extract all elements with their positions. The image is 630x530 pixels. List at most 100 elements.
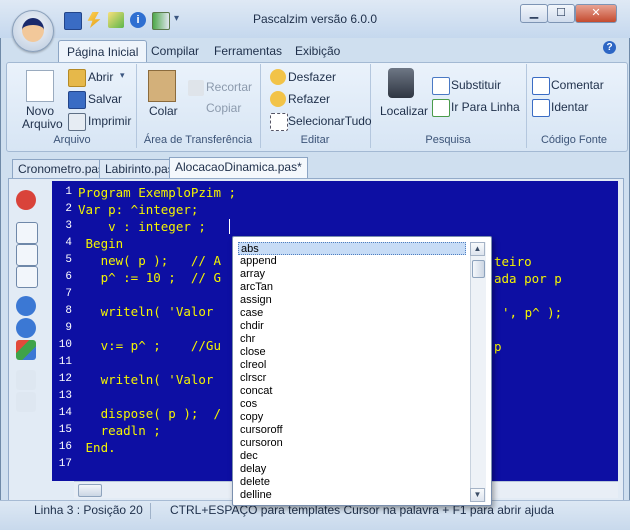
select-all-icon bbox=[270, 113, 288, 131]
palette-icon[interactable] bbox=[16, 340, 36, 360]
code-line: p^ := 10 ; // G bbox=[78, 270, 221, 285]
autocomplete-item[interactable]: cursoron bbox=[238, 437, 468, 450]
zoom-in-icon[interactable] bbox=[16, 296, 36, 316]
arrow-back-icon[interactable] bbox=[16, 392, 36, 412]
horizontal-scroll-thumb[interactable] bbox=[78, 484, 102, 497]
line-number: 3 bbox=[65, 220, 72, 232]
novo-label-2[interactable]: Arquivo bbox=[22, 117, 63, 131]
scroll-down-arrow-icon[interactable]: ▼ bbox=[470, 488, 485, 502]
tab-ferramentas[interactable]: Ferramentas bbox=[206, 40, 290, 62]
autocomplete-item[interactable]: chdir bbox=[238, 320, 468, 333]
code-line: v : integer ; bbox=[78, 219, 206, 234]
autocomplete-item[interactable]: append bbox=[238, 255, 468, 268]
colar-button[interactable]: Colar bbox=[149, 104, 178, 118]
code-line: writeln( 'Valor bbox=[78, 372, 214, 387]
novo-label[interactable]: Novo bbox=[26, 104, 54, 118]
scissors-icon bbox=[188, 80, 204, 96]
doc-tab-labirinto[interactable]: Labirinto.pas bbox=[99, 159, 180, 179]
text-cursor bbox=[229, 219, 230, 234]
line-number: 9 bbox=[65, 322, 72, 334]
code-line: new( p ); // A bbox=[78, 253, 221, 268]
app-logo[interactable] bbox=[12, 10, 54, 52]
recortar-button[interactable]: Recortar bbox=[206, 80, 252, 94]
autocomplete-item[interactable]: delete bbox=[238, 476, 468, 489]
arrow-forward-icon[interactable] bbox=[16, 370, 36, 390]
paste-icon bbox=[148, 70, 176, 102]
replace-icon bbox=[432, 77, 450, 95]
autocomplete-item[interactable]: assign bbox=[238, 294, 468, 307]
tab-compilar[interactable]: Compilar bbox=[143, 40, 207, 62]
bookmark-icon[interactable] bbox=[16, 222, 38, 244]
autocomplete-item[interactable]: case bbox=[238, 307, 468, 320]
identar-button[interactable]: Identar bbox=[551, 100, 588, 114]
redo-icon bbox=[270, 91, 286, 107]
autocomplete-item[interactable]: clreol bbox=[238, 359, 468, 372]
autocomplete-item[interactable]: abs bbox=[238, 242, 466, 255]
autocomplete-item[interactable]: delline bbox=[238, 489, 468, 502]
autocomplete-item[interactable]: close bbox=[238, 346, 468, 359]
tab-pagina-inicial[interactable]: Página Inicial bbox=[58, 40, 148, 63]
line-number: 14 bbox=[58, 407, 72, 419]
help-icon[interactable]: ? bbox=[603, 41, 616, 54]
autocomplete-item[interactable]: concat bbox=[238, 385, 468, 398]
close-button[interactable]: ✕ bbox=[575, 4, 617, 23]
code-line: writeln( 'Valor bbox=[78, 304, 214, 319]
imprimir-button[interactable]: Imprimir bbox=[88, 114, 131, 128]
salvar-button[interactable]: Salvar bbox=[88, 92, 122, 106]
autocomplete-item[interactable]: copy bbox=[238, 411, 468, 424]
code-line: Begin bbox=[78, 236, 124, 251]
autocomplete-item[interactable]: clrscr bbox=[238, 372, 468, 385]
line-number: 1 bbox=[65, 186, 72, 198]
comment-icon bbox=[532, 77, 550, 95]
code-line: dispose( p ); / bbox=[78, 406, 221, 421]
zoom-out-icon[interactable] bbox=[16, 318, 36, 338]
autocomplete-item[interactable]: cursoroff bbox=[238, 424, 468, 437]
line-number: 5 bbox=[65, 254, 72, 266]
code-line: Var p: ^integer; bbox=[78, 202, 199, 217]
chevron-down-icon[interactable]: ▾ bbox=[120, 70, 125, 81]
goto-line-icon bbox=[432, 99, 450, 117]
autocomplete-item[interactable]: arcTan bbox=[238, 281, 468, 294]
line-number: 13 bbox=[58, 390, 72, 402]
folder-icon bbox=[68, 69, 86, 87]
doc-tab-cronometro[interactable]: Cronometro.pas bbox=[12, 159, 111, 179]
copiar-button[interactable]: Copiar bbox=[206, 101, 241, 115]
autocomplete-item[interactable]: delay bbox=[238, 463, 468, 476]
list-icon[interactable] bbox=[16, 244, 38, 266]
code-fragment-line8: ', p^ ); bbox=[502, 305, 563, 320]
substituir-button[interactable]: Substituir bbox=[451, 78, 501, 92]
pointer-icon[interactable] bbox=[16, 266, 38, 288]
code-line: v:= p^ ; //Gu bbox=[78, 338, 221, 353]
localizar-button[interactable]: Localizar bbox=[380, 104, 428, 118]
ir-para-linha-button[interactable]: Ir Para Linha bbox=[451, 100, 520, 114]
group-label-arquivo: Arquivo bbox=[53, 134, 91, 146]
doc-tab-alocacao-dinamica[interactable]: AlocacaoDinamica.pas* bbox=[169, 157, 308, 179]
autocomplete-item[interactable]: chr bbox=[238, 333, 468, 346]
comentar-button[interactable]: Comentar bbox=[551, 78, 604, 92]
status-position: Linha 3 : Posição 20 bbox=[34, 503, 143, 517]
binoculars-icon bbox=[388, 68, 414, 98]
selecionar-tudo-button[interactable]: SelecionarTudo bbox=[288, 114, 372, 128]
tab-exibicao[interactable]: Exibição bbox=[287, 40, 348, 62]
line-number: 6 bbox=[65, 271, 72, 283]
group-label-codigo-fonte: Código Fonte bbox=[540, 134, 608, 146]
line-number: 8 bbox=[65, 305, 72, 317]
desfazer-button[interactable]: Desfazer bbox=[288, 70, 336, 84]
autocomplete-item[interactable]: dec bbox=[238, 450, 468, 463]
abrir-button[interactable]: Abrir bbox=[88, 70, 113, 84]
autocomplete-item[interactable]: array bbox=[238, 268, 468, 281]
maximize-button[interactable]: ☐ bbox=[547, 4, 575, 23]
scroll-up-arrow-icon[interactable]: ▲ bbox=[470, 242, 485, 256]
new-file-icon bbox=[26, 70, 54, 102]
undo-icon bbox=[270, 69, 286, 85]
line-number: 2 bbox=[65, 203, 72, 215]
line-number: 4 bbox=[65, 237, 72, 249]
vertical-scroll-thumb[interactable] bbox=[472, 260, 485, 278]
minimize-button[interactable]: ▁ bbox=[520, 4, 548, 23]
code-fragment-line6: ada por p bbox=[494, 271, 562, 286]
vertical-scrollbar[interactable] bbox=[470, 242, 486, 502]
refazer-button[interactable]: Refazer bbox=[288, 92, 330, 106]
stop-icon[interactable] bbox=[16, 190, 36, 210]
autocomplete-item[interactable]: cos bbox=[238, 398, 468, 411]
line-number: 7 bbox=[65, 288, 72, 300]
